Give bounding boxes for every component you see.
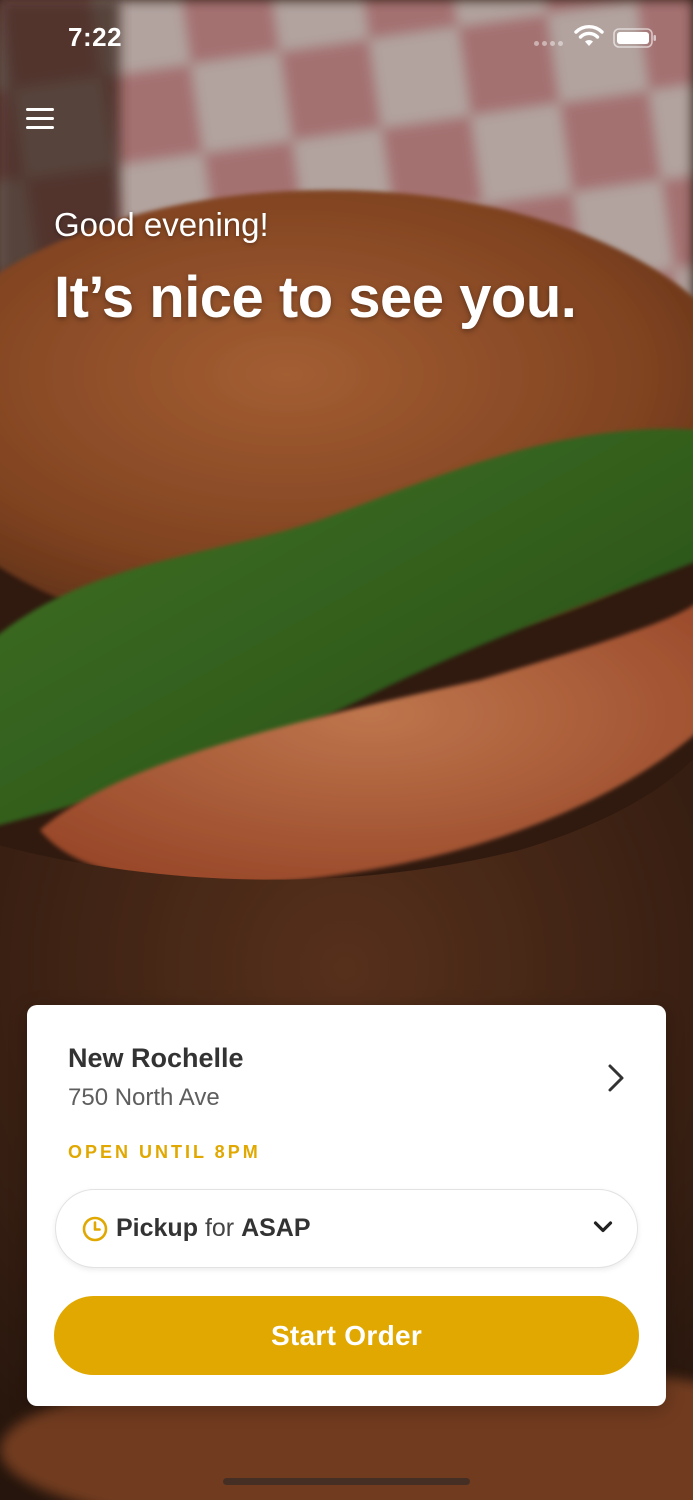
home-indicator[interactable] (223, 1478, 470, 1485)
start-order-button[interactable]: Start Order (54, 1296, 639, 1375)
pickup-mode: Pickup (116, 1214, 198, 1242)
order-card: New Rochelle 750 North Ave OPEN UNTIL 8P… (27, 1005, 666, 1406)
clock-icon (82, 1216, 108, 1242)
pickup-time: ASAP (241, 1214, 311, 1242)
chevron-down-icon[interactable] (593, 1220, 613, 1234)
cellular-signal-icon (534, 41, 563, 46)
pickup-time-select[interactable]: Pickup for ASAP (55, 1189, 638, 1268)
pickup-summary: Pickup for ASAP (116, 1214, 311, 1243)
status-time: 7:22 (68, 22, 123, 52)
hamburger-menu-icon[interactable] (26, 104, 56, 134)
location-address: 750 North Ave (68, 1084, 220, 1111)
status-bar: 7:22 (0, 0, 693, 80)
greeting-subtitle: Good evening! (54, 206, 269, 243)
pickup-connector: for (204, 1214, 235, 1242)
wifi-icon (574, 25, 604, 46)
battery-icon (613, 28, 656, 48)
hours-status: OPEN UNTIL 8PM (68, 1142, 261, 1162)
chevron-right-icon[interactable] (605, 1063, 627, 1093)
location-selector[interactable]: New Rochelle 750 North Ave (27, 1005, 666, 1125)
location-name: New Rochelle (68, 1043, 244, 1073)
greeting-headline: It’s nice to see you. (54, 265, 577, 330)
